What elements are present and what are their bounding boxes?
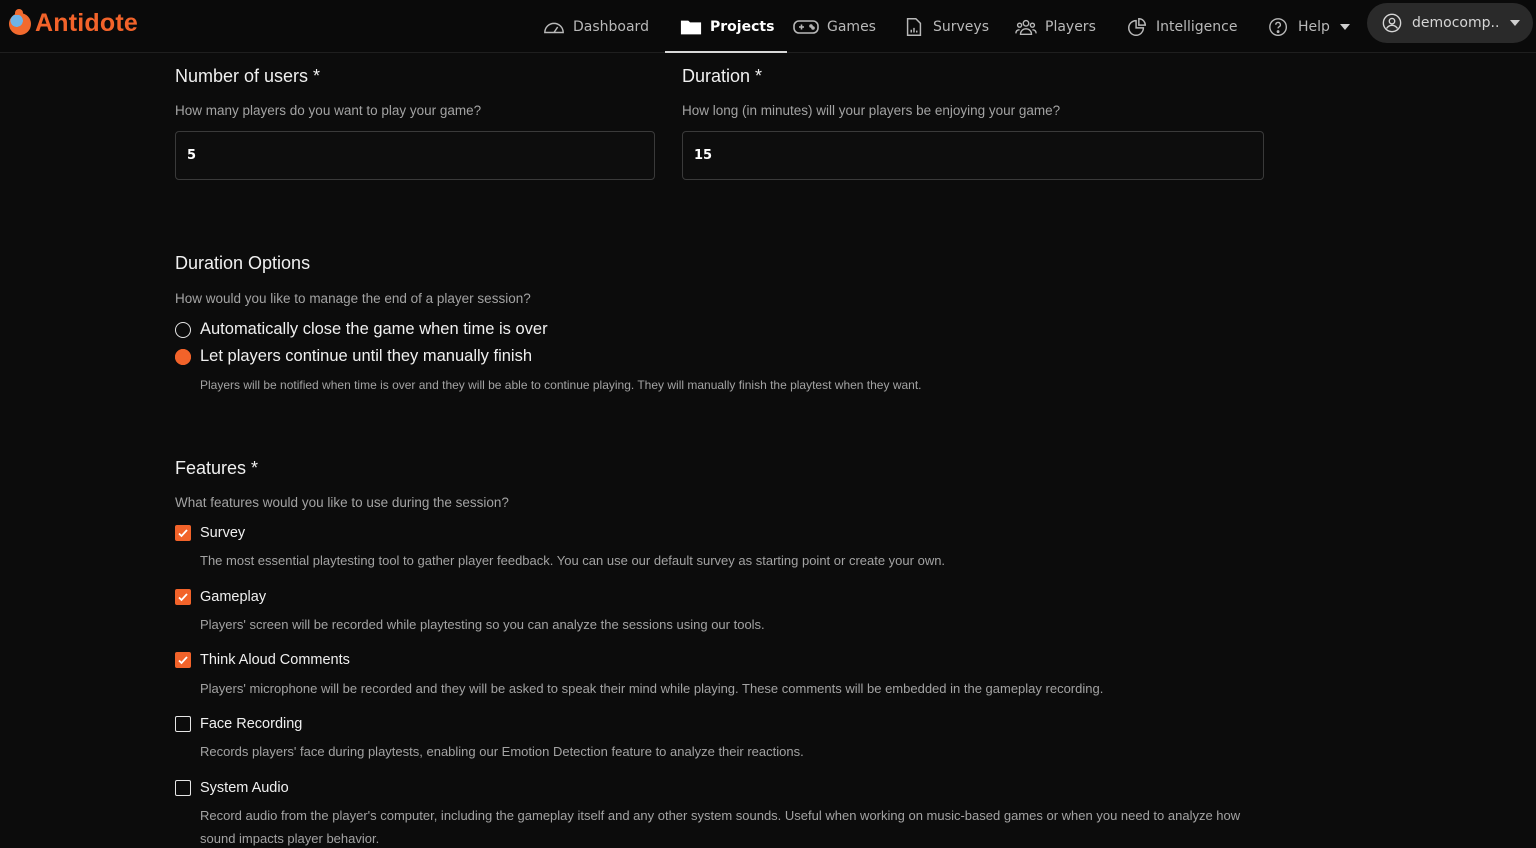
chevron-down-icon: [1339, 23, 1350, 30]
account-name: democomp..: [1412, 15, 1500, 31]
project-form: Number of users * How many players do yo…: [0, 54, 1536, 848]
features-label: Features *: [175, 458, 259, 478]
feature-desc: Record audio from the player's computer,…: [200, 808, 1241, 823]
feature-face-recording[interactable]: Face Recording: [175, 716, 302, 732]
account-menu[interactable]: democomp..: [1367, 3, 1533, 43]
users-label: Number of users *: [175, 66, 321, 86]
features-help: What features would you like to use duri…: [175, 495, 509, 510]
pie-chart-icon: [1126, 17, 1148, 37]
user-circle-icon: [1381, 13, 1403, 33]
gauge-icon: [543, 17, 565, 37]
nav-intelligence[interactable]: Intelligence: [1126, 0, 1237, 53]
users-icon: [1015, 17, 1037, 37]
radio-button[interactable]: [175, 321, 191, 338]
antidote-logo-icon: [9, 8, 31, 35]
checkbox-checked[interactable]: [175, 589, 191, 605]
nav-help[interactable]: Help: [1268, 0, 1350, 53]
nav-games[interactable]: Games: [793, 0, 876, 53]
radio-auto-close[interactable]: Automatically close the game when time i…: [175, 320, 548, 339]
duration-options-label: Duration Options: [175, 253, 311, 273]
radio-button-selected[interactable]: [175, 348, 191, 365]
chevron-down-icon: [1510, 20, 1521, 26]
nav-label: Players: [1045, 18, 1096, 35]
duration-option-note: Players will be notified when time is ov…: [200, 378, 922, 392]
duration-label: Duration *: [682, 66, 763, 86]
nav-surveys[interactable]: Surveys: [903, 0, 989, 53]
nav-label: Projects: [710, 18, 775, 35]
nav-projects[interactable]: Projects: [664, 0, 788, 53]
nav-label: Games: [827, 18, 876, 35]
nav-label: Intelligence: [1156, 18, 1238, 35]
checkbox-checked[interactable]: [175, 652, 191, 668]
checkbox[interactable]: [175, 716, 191, 732]
question-circle-icon: [1268, 17, 1290, 37]
check-icon: [178, 529, 188, 538]
brand[interactable]: Antidote: [9, 8, 138, 38]
nav-label: Surveys: [933, 18, 989, 35]
feature-label: Gameplay: [200, 589, 267, 605]
radio-manual-finish[interactable]: Let players continue until they manually…: [175, 347, 532, 366]
feature-label: Face Recording: [200, 716, 303, 732]
feature-think-aloud[interactable]: Think Aloud Comments: [175, 652, 350, 668]
feature-label: System Audio: [200, 780, 289, 796]
duration-field[interactable]: [682, 131, 1264, 180]
feature-gameplay[interactable]: Gameplay: [175, 589, 266, 605]
feature-system-audio[interactable]: System Audio: [175, 780, 289, 796]
duration-help: How long (in minutes) will your players …: [682, 103, 1061, 118]
feature-desc: Players' microphone will be recorded and…: [200, 681, 1104, 696]
nav-label: Dashboard: [573, 18, 649, 35]
radio-label: Automatically close the game when time i…: [200, 320, 548, 338]
nav-dashboard[interactable]: Dashboard: [543, 0, 649, 53]
gamepad-icon: [793, 17, 819, 37]
feature-label: Survey: [200, 525, 246, 541]
duration-options-help: How would you like to manage the end of …: [175, 291, 531, 306]
check-icon: [178, 593, 188, 602]
check-icon: [178, 656, 188, 665]
top-navbar: Antidote Dashboard Projects Games Survey…: [0, 0, 1536, 53]
feature-desc-continued: sound impacts player behavior.: [200, 831, 380, 846]
checkbox[interactable]: [175, 780, 191, 796]
feature-survey[interactable]: Survey: [175, 525, 245, 541]
brand-name: Antidote: [35, 9, 138, 37]
folder-icon: [680, 17, 702, 37]
document-chart-icon: [903, 17, 925, 37]
duration-input[interactable]: [694, 148, 1263, 163]
feature-label: Think Aloud Comments: [200, 652, 350, 668]
users-help: How many players do you want to play you…: [175, 103, 482, 118]
feature-desc: Players' screen will be recorded while p…: [200, 617, 765, 632]
nav-players[interactable]: Players: [1015, 0, 1096, 53]
feature-desc: Records players' face during playtests, …: [200, 744, 804, 759]
users-field[interactable]: [175, 131, 655, 180]
radio-label: Let players continue until they manually…: [200, 347, 533, 365]
users-input[interactable]: [187, 148, 654, 163]
checkbox-checked[interactable]: [175, 525, 191, 541]
nav-label: Help: [1298, 18, 1330, 35]
feature-desc: The most essential playtesting tool to g…: [200, 553, 946, 568]
